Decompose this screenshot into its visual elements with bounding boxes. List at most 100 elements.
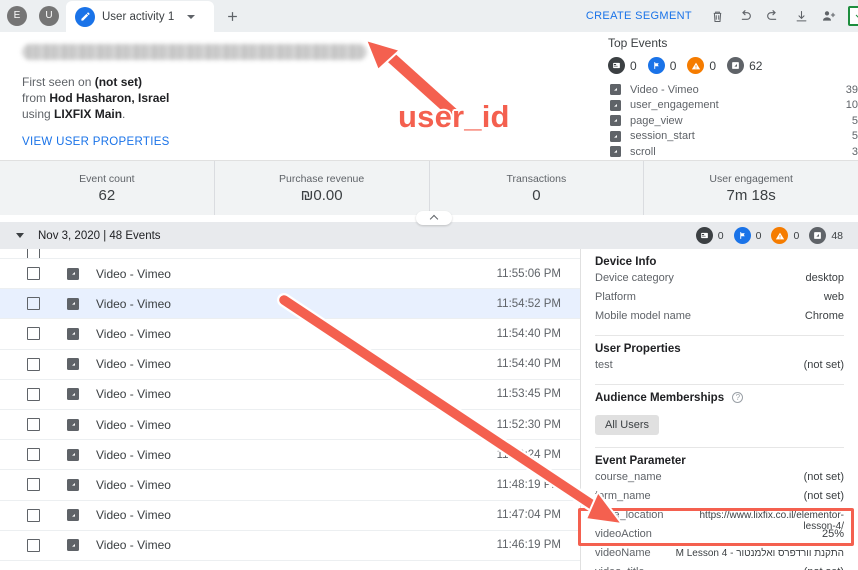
top-event-row[interactable]: Video - Vimeo 39 [608, 82, 858, 98]
table-row[interactable]: Video - Vimeo 11:54:40 PM [0, 350, 580, 380]
device-info-title: Device Info [595, 256, 844, 268]
avatar: U [39, 6, 59, 26]
trash-icon[interactable] [704, 3, 730, 29]
conversion-flag-icon [734, 227, 751, 244]
table-row[interactable]: Video - Vimeo 11:53:45 PM [0, 380, 580, 410]
top-event-name: scroll [630, 146, 852, 158]
metric-value: 7m 18s [727, 187, 776, 204]
error-warning-icon [687, 57, 704, 74]
conversion-flag-icon [648, 57, 665, 74]
event-time: 11:48:19 PM [497, 479, 561, 491]
chevron-down-icon[interactable] [187, 15, 195, 19]
row-checkbox[interactable] [27, 448, 40, 461]
chevron-up-icon [430, 215, 438, 223]
green-status-chip[interactable] [848, 6, 858, 26]
chevron-down-icon[interactable] [16, 233, 24, 238]
row-checkbox[interactable] [27, 539, 40, 552]
row-checkbox[interactable] [27, 509, 40, 522]
detail-key: test [595, 359, 613, 371]
event-time: 11:54:52 PM [497, 298, 561, 310]
avatar-chip-u[interactable]: U [34, 1, 64, 31]
row-checkbox[interactable] [27, 358, 40, 371]
event-name: Video - Vimeo [96, 387, 171, 401]
metric-label: User engagement [709, 173, 792, 185]
metric-label: Purchase revenue [279, 173, 364, 185]
table-row[interactable]: Video - Vimeo 11:54:52 PM [0, 289, 580, 319]
audience-chip-all-users[interactable]: All Users [595, 415, 659, 435]
event-parameter-title: Event Parameter [595, 455, 844, 467]
redo-icon[interactable] [760, 3, 786, 29]
collapse-summary-button[interactable] [416, 211, 452, 225]
conversion-count: 0 [756, 230, 762, 242]
event-time: 11:54:40 PM [497, 358, 561, 370]
detail-key: page_location [595, 509, 664, 521]
top-event-row[interactable]: session_start 5 [608, 129, 858, 145]
page-view-count: 0 [630, 59, 637, 73]
row-checkbox[interactable] [27, 388, 40, 401]
metric-card-purchase-revenue: Purchase revenue ₪0.00 [215, 161, 430, 215]
view-user-properties-link[interactable]: VIEW USER PROPERTIES [22, 136, 580, 148]
detail-value: desktop [799, 272, 844, 284]
top-event-row[interactable]: user_engagement 10 [608, 98, 858, 114]
detail-key: videoAction [595, 528, 652, 540]
top-event-name: session_start [630, 130, 852, 142]
metric-card-transactions: Transactions 0 [430, 161, 645, 215]
row-checkbox[interactable] [27, 327, 40, 340]
event-time: 11:50:24 PM [497, 449, 561, 461]
table-row[interactable]: Video - Vimeo 11:48:19 PM [0, 470, 580, 500]
row-checkbox[interactable] [27, 249, 40, 259]
help-icon[interactable]: ? [732, 392, 743, 403]
pencil-icon [75, 7, 95, 27]
event-name: Video - Vimeo [96, 267, 171, 281]
row-checkbox[interactable] [27, 267, 40, 280]
detail-key: Platform [595, 291, 636, 303]
event-time: 11:46:19 PM [497, 539, 561, 551]
table-row[interactable]: Video - Vimeo 11:46:19 PM [0, 531, 580, 561]
tab-user-activity-1[interactable]: User activity 1 [66, 1, 214, 32]
event-arrow-icon [610, 146, 621, 157]
detail-key: Mobile model name [595, 310, 691, 322]
detail-row-form-name: form_name (not set) [595, 490, 844, 509]
period: . [122, 107, 125, 121]
user-id-redacted-bar [22, 44, 367, 60]
event-name: Video - Vimeo [96, 327, 171, 341]
top-event-value: 10 [846, 99, 858, 111]
table-row[interactable]: Video - Vimeo 11:47:04 PM [0, 501, 580, 531]
avatar-chip-e[interactable]: E [2, 1, 32, 31]
table-row[interactable]: Video - Vimeo 11:54:40 PM [0, 319, 580, 349]
event-arrow-icon [67, 298, 79, 310]
add-person-icon[interactable] [816, 3, 842, 29]
top-event-row[interactable]: page_view 5 [608, 113, 858, 129]
detail-row-device-category: Device category desktop [595, 272, 844, 291]
table-row[interactable]: Video - Vimeo 11:55:06 PM [0, 259, 580, 289]
create-segment-button[interactable]: CREATE SEGMENT [576, 10, 702, 22]
detail-row-video-title: video_title (not set) [595, 566, 844, 570]
table-row[interactable]: Video - Vimeo 11:50:24 PM [0, 440, 580, 470]
table-row-partial[interactable] [0, 249, 580, 259]
tab-label: User activity 1 [102, 11, 174, 23]
annotation-label-user-id: user_id [398, 99, 510, 135]
from-label: from [22, 91, 46, 105]
undo-icon[interactable] [732, 3, 758, 29]
event-list: Video - Vimeo 11:55:06 PM Video - Vimeo … [0, 249, 580, 570]
new-tab-button[interactable] [214, 1, 250, 32]
event-name: Video - Vimeo [96, 357, 171, 371]
detail-value: (not set) [798, 471, 844, 483]
error-count: 0 [709, 59, 716, 73]
detail-key: form_name [595, 490, 651, 502]
divider [595, 384, 844, 385]
metric-value: 0 [532, 187, 540, 204]
table-row[interactable]: Video - Vimeo 11:52:30 PM [0, 410, 580, 440]
top-event-row[interactable]: scroll 3 [608, 144, 858, 160]
event-time: 11:55:06 PM [497, 268, 561, 280]
row-checkbox[interactable] [27, 478, 40, 491]
row-checkbox[interactable] [27, 418, 40, 431]
row-checkbox[interactable] [27, 297, 40, 310]
metric-label: Event count [79, 173, 134, 185]
event-count: 48 [831, 230, 843, 242]
date-group-header[interactable]: Nov 3, 2020 | 48 Events 0 0 0 48 [0, 222, 858, 249]
using-label: using [22, 107, 51, 121]
download-icon[interactable] [788, 3, 814, 29]
date-group-label: Nov 3, 2020 | 48 Events [38, 230, 161, 242]
top-event-value: 39 [846, 84, 858, 96]
